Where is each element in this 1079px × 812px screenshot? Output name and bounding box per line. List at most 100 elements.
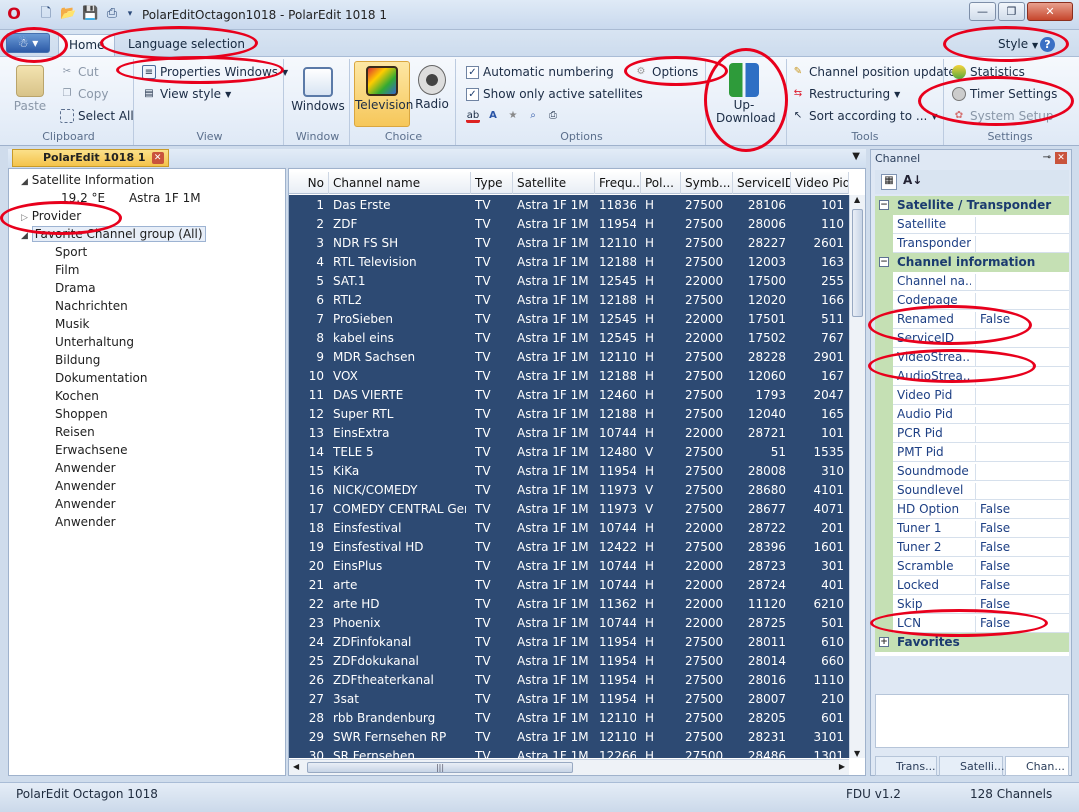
category-channel-information[interactable]: − Channel information	[875, 253, 1069, 272]
maximize-button[interactable]: ❐	[998, 2, 1025, 21]
table-row[interactable]: 19 Einsfestival HD TV Astra 1F 1M 12422 H 2750…	[289, 538, 849, 557]
header-type[interactable]: Type	[471, 172, 513, 194]
horizontal-scroll-thumb[interactable]: |||	[307, 762, 573, 773]
table-row[interactable]: 24 ZDFinfokanal TV Astra 1F 1M 11954 H 27500 28…	[289, 633, 849, 652]
property-row[interactable]: Tuner 1 False	[875, 519, 1069, 538]
table-row[interactable]: 30 SR Fernsehen TV Astra 1F 1M 12266 H 27500 28…	[289, 747, 849, 758]
scroll-right-icon[interactable]: ▶	[839, 762, 845, 771]
radio-button[interactable]: Radio	[412, 65, 452, 111]
property-row[interactable]: VideoStrea...	[875, 348, 1069, 367]
paste-button[interactable]: Paste	[10, 65, 50, 113]
table-row[interactable]: 21 arte TV Astra 1F 1M 10744 H 22000 28724 401	[289, 576, 849, 595]
table-row[interactable]: 18 Einsfestival TV Astra 1F 1M 10744 H 22000 28…	[289, 519, 849, 538]
property-value[interactable]	[975, 350, 980, 367]
tree-node-favorite-item[interactable]: Anwender	[55, 479, 116, 493]
table-row[interactable]: 7 ProSieben TV Astra 1F 1M 12545 H 22000 17501 5…	[289, 310, 849, 329]
table-row[interactable]: 13 EinsExtra TV Astra 1F 1M 10744 H 22000 28721…	[289, 424, 849, 443]
property-value[interactable]	[975, 483, 980, 500]
tree-node-favorite-group[interactable]: ◢ Favorite Channel group (All)	[21, 226, 206, 242]
properties-windows-button[interactable]: ≡ Properties Windows ▼	[142, 65, 288, 79]
property-row[interactable]: Soundmode	[875, 462, 1069, 481]
property-row[interactable]: PCR Pid	[875, 424, 1069, 443]
scroll-up-icon[interactable]: ▲	[854, 195, 860, 204]
restructuring-button[interactable]: ⇆ Restructuring ▼	[791, 87, 900, 101]
property-row[interactable]: Renamed False	[875, 310, 1069, 329]
quick-access-dropdown-icon[interactable]: ▾	[122, 6, 138, 22]
tab-list-dropdown-icon[interactable]: ▼	[852, 151, 860, 162]
scroll-left-icon[interactable]: ◀	[293, 762, 299, 771]
tree-node-favorite-item[interactable]: Anwender	[55, 515, 116, 529]
property-value[interactable]: False	[975, 578, 1010, 595]
application-menu-button[interactable]: ☃ ▾	[6, 33, 50, 53]
tab-channel[interactable]: Chan...	[1005, 756, 1069, 776]
cut-button[interactable]: ✂ Cut	[60, 65, 99, 79]
table-row[interactable]: 14 TELE 5 TV Astra 1F 1M 12480 V 27500 51 1535	[289, 443, 849, 462]
copy-button[interactable]: ❐ Copy	[60, 87, 109, 101]
table-row[interactable]: 8 kabel eins TV Astra 1F 1M 12545 H 22000 17502…	[289, 329, 849, 348]
system-setup-button[interactable]: ✿ System Setup	[952, 109, 1054, 123]
automatic-numbering-checkbox[interactable]: ✓ Automatic numbering	[466, 65, 614, 79]
statistics-button[interactable]: Statistics	[952, 65, 1025, 79]
tree-node-favorite-item[interactable]: Anwender	[55, 497, 116, 511]
table-row[interactable]: 25 ZDFdokukanal TV Astra 1F 1M 11954 H 27500 28…	[289, 652, 849, 671]
property-row[interactable]: Satellite	[875, 215, 1069, 234]
property-value[interactable]	[975, 293, 980, 310]
table-row[interactable]: 15 KiKa TV Astra 1F 1M 11954 H 27500 28008 310	[289, 462, 849, 481]
only-active-satellites-checkbox[interactable]: ✓ Show only active satellites	[466, 87, 643, 101]
tab-home[interactable]: Home	[58, 34, 116, 56]
property-row[interactable]: Soundlevel	[875, 481, 1069, 500]
table-row[interactable]: 1 Das Erste TV Astra 1F 1M 11836 H 27500 28106 1…	[289, 196, 849, 215]
property-value[interactable]	[975, 236, 980, 253]
print-icon[interactable]: ⎙	[104, 6, 120, 22]
horizontal-scrollbar[interactable]: ◀ ||| ▶	[289, 759, 849, 775]
property-value[interactable]	[975, 426, 980, 443]
property-row[interactable]: AudioStrea...	[875, 367, 1069, 386]
up-download-button[interactable]: Up-Download	[712, 63, 776, 125]
header-frequency[interactable]: Frequ...	[595, 172, 641, 194]
close-tab-icon[interactable]: ✕	[151, 152, 164, 164]
property-value[interactable]	[975, 445, 980, 462]
tab-language-selection[interactable]: Language selection	[118, 34, 255, 56]
television-button[interactable]: Television	[354, 61, 413, 127]
tree-node-favorite-item[interactable]: Erwachsene	[55, 443, 128, 457]
new-file-icon[interactable]: 🗋	[38, 6, 54, 22]
save-icon[interactable]: 💾	[82, 6, 98, 22]
header-satellite[interactable]: Satellite	[513, 172, 595, 194]
document-tab[interactable]: PolarEdit 1018 1 ✕	[12, 149, 169, 167]
tree-node-favorite-item[interactable]: Bildung	[55, 353, 100, 367]
tree-node-favorite-item[interactable]: Dokumentation	[55, 371, 148, 385]
property-row[interactable]: Scramble False	[875, 557, 1069, 576]
tree-node-favorite-item[interactable]: Film	[55, 263, 79, 277]
search-icon[interactable]: ⌕	[526, 109, 540, 123]
property-value[interactable]: False	[975, 502, 1010, 519]
table-row[interactable]: 6 RTL2 TV Astra 1F 1M 12188 H 27500 12020 166	[289, 291, 849, 310]
table-row[interactable]: 3 NDR FS SH TV Astra 1F 1M 12110 H 27500 28227 2…	[289, 234, 849, 253]
property-value[interactable]: False	[975, 312, 1010, 329]
table-row[interactable]: 12 Super RTL TV Astra 1F 1M 12188 H 27500 12040…	[289, 405, 849, 424]
table-row[interactable]: 26 ZDFtheaterkanal TV Astra 1F 1M 11954 H 2750…	[289, 671, 849, 690]
timer-settings-button[interactable]: Timer Settings	[952, 87, 1057, 101]
table-row[interactable]: 17 COMEDY CENTRAL Ger... TV Astra 1F 1M 1197…	[289, 500, 849, 519]
table-row[interactable]: 16 NICK/COMEDY TV Astra 1F 1M 11973 V 27500 286…	[289, 481, 849, 500]
table-row[interactable]: 4 RTL Television TV Astra 1F 1M 12188 H 27500 1…	[289, 253, 849, 272]
channel-position-update-button[interactable]: ✎ Channel position update	[791, 65, 956, 79]
table-row[interactable]: 28 rbb Brandenburg TV Astra 1F 1M 12110 H 2750…	[289, 709, 849, 728]
print-preview-icon[interactable]: ⎙	[546, 109, 560, 123]
property-value[interactable]: False	[975, 521, 1010, 538]
tree-node-favorite-item[interactable]: Unterhaltung	[55, 335, 134, 349]
property-row[interactable]: Tuner 2 False	[875, 538, 1069, 557]
tree-node-favorite-item[interactable]: Drama	[55, 281, 96, 295]
tree-node-provider[interactable]: ▷ Provider	[21, 209, 81, 223]
tree-node-favorite-item[interactable]: Musik	[55, 317, 90, 331]
windows-button[interactable]: Windows	[290, 67, 346, 113]
property-row[interactable]: PMT Pid	[875, 443, 1069, 462]
tree-node-favorite-item[interactable]: Shoppen	[55, 407, 108, 421]
scroll-down-icon[interactable]: ▼	[854, 749, 860, 758]
close-panel-icon[interactable]: ✕	[1055, 152, 1067, 164]
categorized-icon[interactable]: ▦	[881, 174, 897, 190]
property-value[interactable]: False	[975, 597, 1010, 614]
property-row[interactable]: Audio Pid	[875, 405, 1069, 424]
property-value[interactable]: False	[975, 559, 1010, 576]
table-row[interactable]: 5 SAT.1 TV Astra 1F 1M 12545 H 22000 17500 255	[289, 272, 849, 291]
property-value[interactable]: False	[975, 540, 1010, 557]
